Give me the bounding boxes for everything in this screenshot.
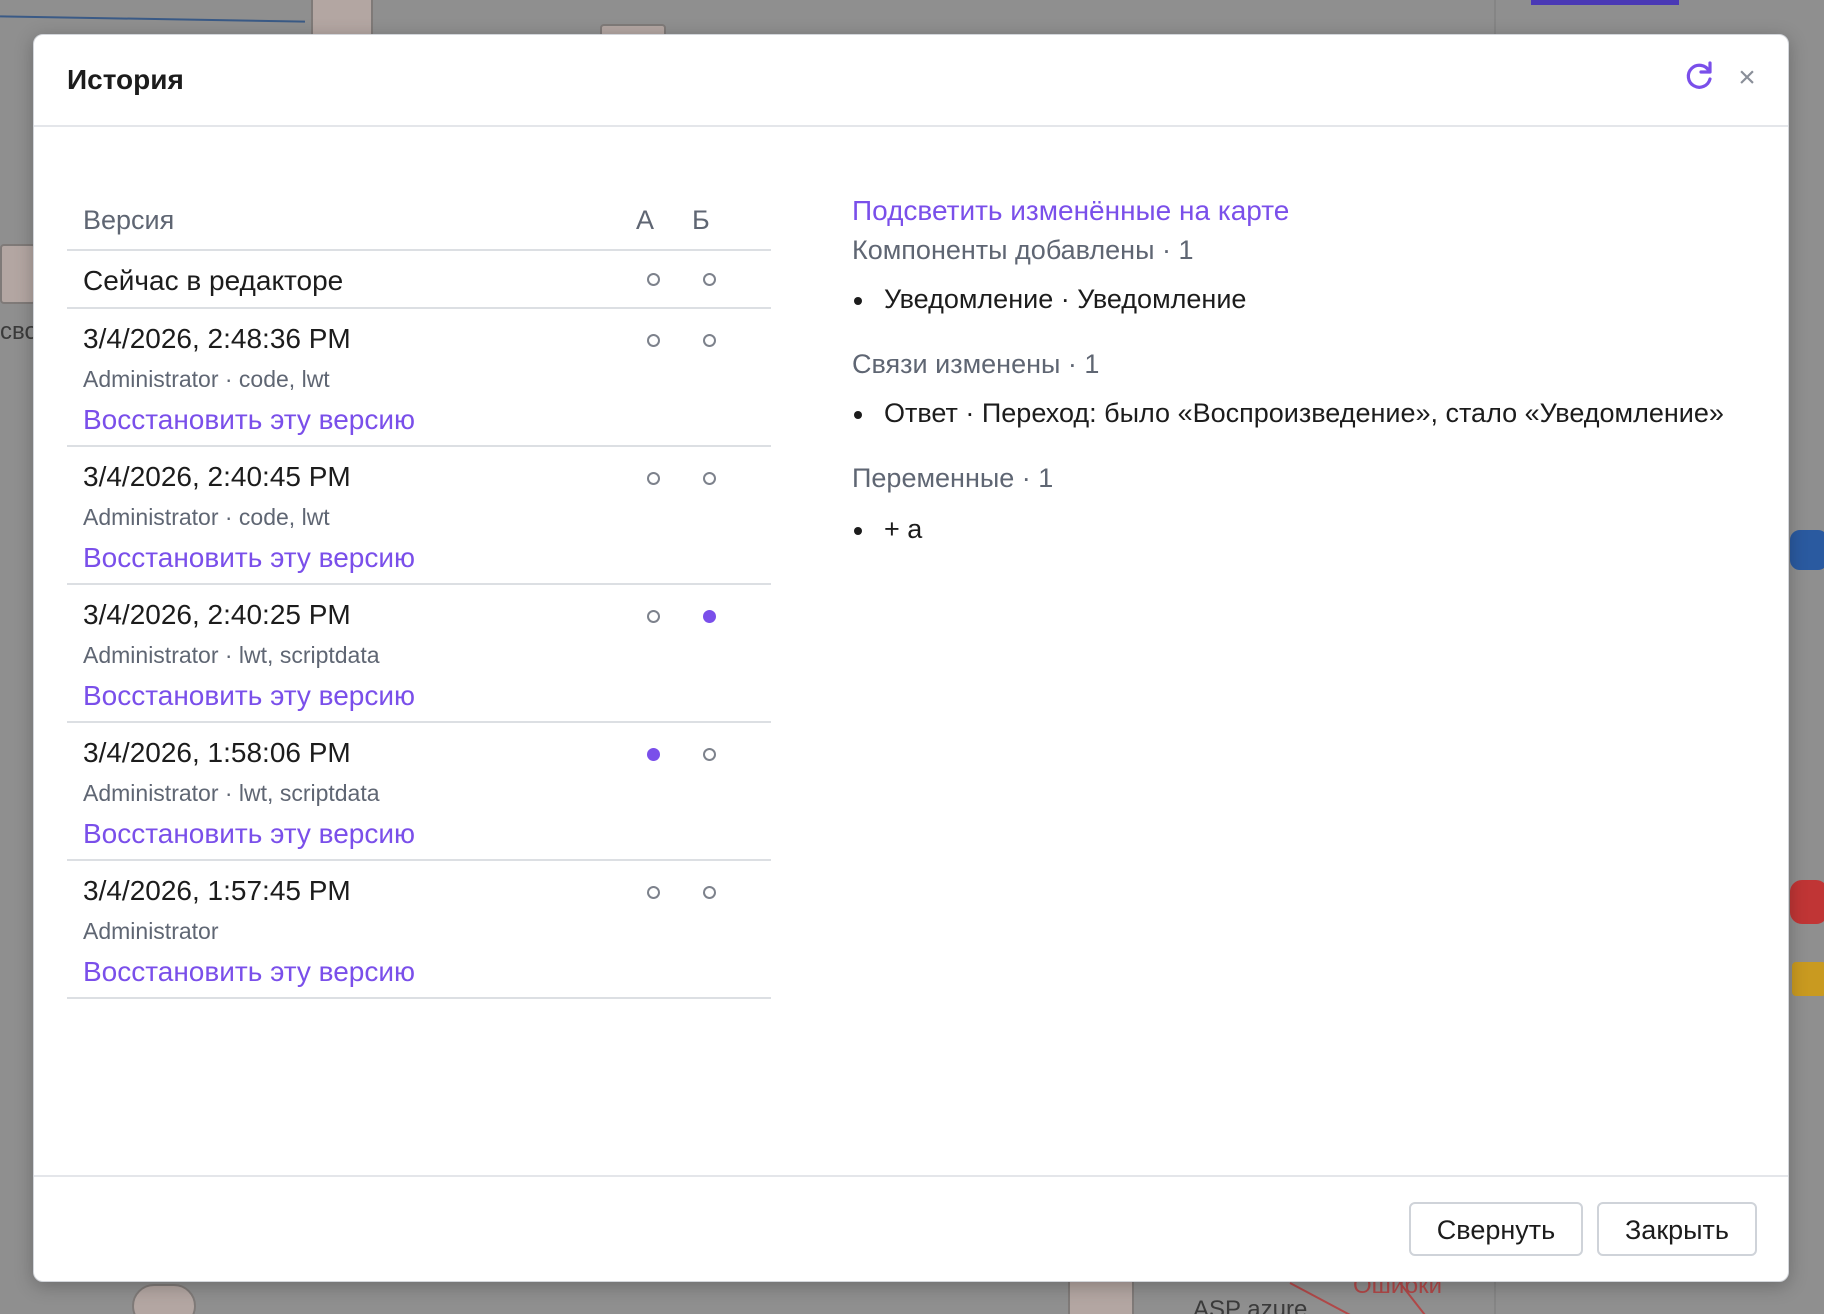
radio-b[interactable]	[703, 472, 716, 485]
radio-b[interactable]	[703, 273, 716, 286]
radio-b[interactable]	[703, 334, 716, 347]
version-date: 3/4/2026, 1:57:45 PM	[83, 875, 351, 906]
variables-list: + a	[852, 514, 1752, 545]
bg-label-asp: ASP azure	[1193, 1296, 1308, 1314]
list-item: Ответ · Переход: было «Воспроизведение»,…	[852, 398, 1752, 429]
bg-accent-bar	[1531, 0, 1679, 5]
version-row-current: Сейчас в редакторе	[67, 251, 771, 309]
radio-b-selected[interactable]	[703, 610, 716, 623]
section-title-links: Связи изменены · 1	[852, 349, 1100, 379]
bg-audio-icon	[1792, 962, 1824, 996]
dialog-footer: Свернуть Закрыть	[34, 1175, 1788, 1281]
version-date: 3/4/2026, 1:58:06 PM	[83, 737, 351, 768]
radio-a-selected[interactable]	[647, 748, 660, 761]
version-date: 3/4/2026, 2:40:45 PM	[83, 461, 351, 492]
current-editor-label: Сейчас в редакторе	[83, 265, 344, 296]
dialog-title: История	[67, 64, 184, 95]
version-meta: Administrator	[83, 918, 219, 944]
bg-connector	[0, 15, 305, 23]
refresh-icon[interactable]	[1682, 59, 1716, 93]
radio-b[interactable]	[703, 886, 716, 899]
column-b-header: Б	[692, 205, 710, 235]
bg-divider	[1494, 0, 1496, 34]
section-title-components: Компоненты добавлены · 1	[852, 235, 1194, 265]
version-row: 3/4/2026, 2:48:36 PM Administrator · cod…	[67, 309, 771, 447]
version-meta: Administrator · code, lwt	[83, 366, 330, 392]
restore-version-link[interactable]: Восстановить эту версию	[83, 818, 415, 850]
version-meta: Administrator · lwt, scriptdata	[83, 780, 380, 806]
list-item: Уведомление · Уведомление	[852, 284, 1752, 315]
restore-version-link[interactable]: Восстановить эту версию	[83, 404, 415, 436]
section-title-variables: Переменные · 1	[852, 463, 1054, 493]
highlight-changes-link[interactable]: Подсветить изменённые на карте	[852, 195, 1289, 227]
radio-a[interactable]	[647, 472, 660, 485]
radio-a[interactable]	[647, 610, 660, 623]
bg-database-icon	[1790, 530, 1824, 570]
bg-divider	[1494, 1280, 1496, 1314]
bg-record-icon	[1790, 880, 1824, 924]
list-item: + a	[852, 514, 1752, 545]
version-date: 3/4/2026, 2:48:36 PM	[83, 323, 351, 354]
close-button[interactable]: Закрыть	[1597, 1202, 1757, 1256]
radio-b[interactable]	[703, 748, 716, 761]
column-version-header: Версия	[83, 205, 175, 235]
restore-version-link[interactable]: Восстановить эту версию	[83, 542, 415, 574]
version-meta: Administrator · lwt, scriptdata	[83, 642, 380, 668]
version-row: 3/4/2026, 2:40:25 PM Administrator · lwt…	[67, 585, 771, 723]
components-added-list: Уведомление · Уведомление	[852, 284, 1752, 315]
radio-a[interactable]	[647, 334, 660, 347]
bg-pause-node	[132, 1284, 196, 1314]
versions-table: Версия А Б Сейчас в редакторе 3/4/2026, …	[67, 185, 771, 999]
version-row: 3/4/2026, 2:40:45 PM Administrator · cod…	[67, 447, 771, 585]
bg-phone-node	[311, 0, 373, 38]
restore-version-link[interactable]: Восстановить эту версию	[83, 956, 415, 988]
diff-panel: Подсветить изменённые на карте Компонент…	[852, 195, 1752, 545]
dialog-header: История ×	[34, 35, 1788, 127]
close-icon[interactable]: ×	[1732, 63, 1762, 93]
version-meta: Administrator · code, lwt	[83, 504, 330, 530]
version-date: 3/4/2026, 2:40:25 PM	[83, 599, 351, 630]
links-changed-list: Ответ · Переход: было «Воспроизведение»,…	[852, 398, 1752, 429]
radio-a[interactable]	[647, 886, 660, 899]
history-dialog: История × Версия А Б Сейчас в редакторе …	[33, 34, 1789, 1282]
restore-version-link[interactable]: Восстановить эту версию	[83, 680, 415, 712]
collapse-button[interactable]: Свернуть	[1409, 1202, 1583, 1256]
column-a-header: А	[636, 205, 655, 235]
version-row: 3/4/2026, 1:58:06 PM Administrator · lwt…	[67, 723, 771, 861]
radio-a[interactable]	[647, 273, 660, 286]
version-row: 3/4/2026, 1:57:45 PM Administrator Восст…	[67, 861, 771, 999]
bg-node-left	[0, 244, 36, 304]
versions-table-header: Версия А Б	[67, 185, 771, 251]
